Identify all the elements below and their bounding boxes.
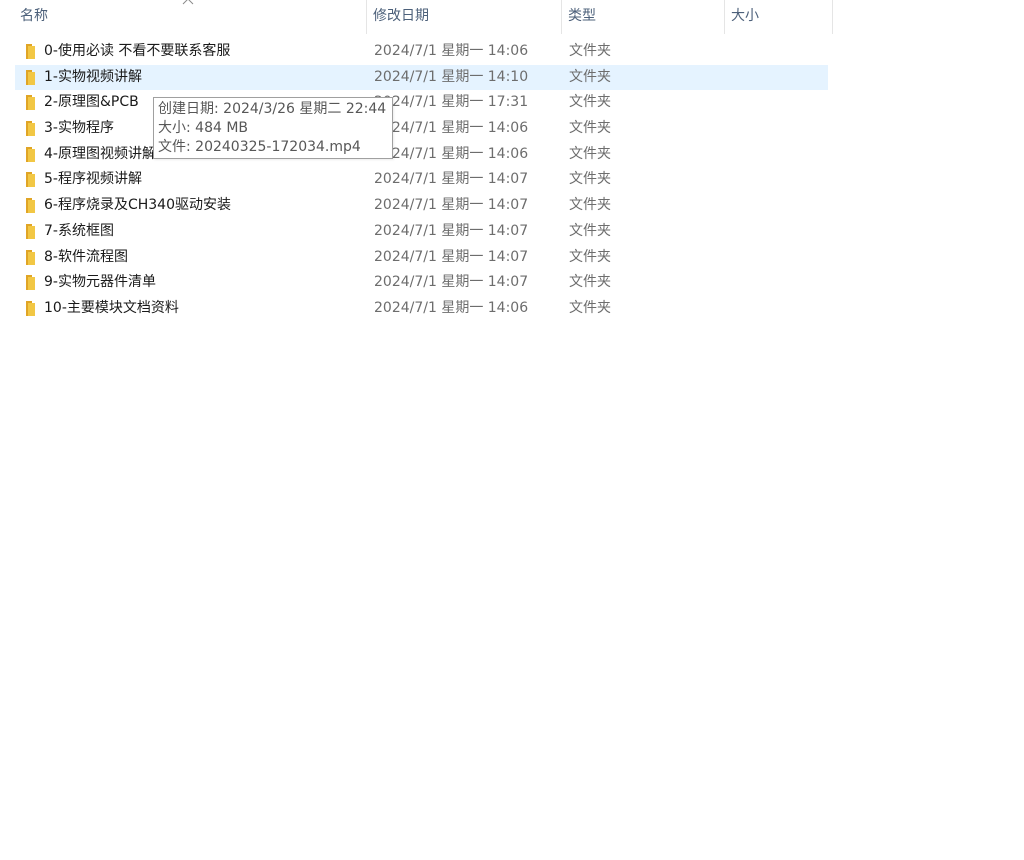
file-name: 1-实物视频讲解 — [44, 68, 142, 85]
file-size — [732, 245, 828, 271]
modified-date: 2024/7/1 星期一 14:07 — [374, 274, 529, 291]
file-name: 5-程序视频讲解 — [44, 171, 142, 188]
folder-icon — [26, 249, 35, 265]
list-item[interactable]: 2-原理图&PCB 2024/7/1 星期一 17:31 文件夹 — [15, 90, 828, 116]
list-item[interactable]: 10-主要模块文档资料 2024/7/1 星期一 14:06 文件夹 — [15, 296, 828, 322]
tooltip-files: 文件: 20240325-172034.mp4 — [158, 139, 361, 155]
modified-date: 2024/7/1 星期一 14:10 — [374, 68, 529, 85]
folder-icon — [26, 275, 35, 291]
file-type: 文件夹 — [569, 299, 611, 316]
list-item[interactable]: 0-使用必读 不看不要联系客服 2024/7/1 星期一 14:06 文件夹 — [15, 39, 828, 65]
file-type: 文件夹 — [569, 197, 611, 214]
file-size — [732, 219, 828, 245]
file-size — [732, 116, 828, 142]
file-name: 0-使用必读 不看不要联系客服 — [44, 43, 231, 59]
file-list: 0-使用必读 不看不要联系客服 2024/7/1 星期一 14:06 文件夹 1-实物… — [15, 39, 828, 322]
file-type: 文件夹 — [569, 171, 611, 188]
modified-date: 2024/7/1 星期一 17:31 — [374, 94, 529, 111]
list-item[interactable]: 8-软件流程图 2024/7/1 星期一 14:07 文件夹 — [15, 245, 828, 271]
file-size — [732, 65, 828, 91]
list-item[interactable]: 7-系统框图 2024/7/1 星期一 14:07 文件夹 — [15, 219, 828, 245]
file-size — [732, 167, 828, 193]
file-type: 文件夹 — [569, 68, 611, 85]
file-tooltip: 创建日期: 2024/3/26 星期二 22:44 大小: 484 MB 文件:… — [153, 97, 393, 159]
file-size — [732, 39, 828, 65]
file-type: 文件夹 — [569, 222, 611, 239]
tooltip-created: 创建日期: 2024/3/26 星期二 22:44 — [158, 101, 387, 117]
file-size — [732, 193, 828, 219]
file-type: 文件夹 — [569, 248, 611, 265]
file-name: 9-实物元器件清单 — [44, 274, 156, 291]
file-name: 6-程序烧录及CH340驱动安装 — [44, 197, 231, 214]
column-header-type[interactable]: 类型 — [562, 0, 725, 34]
file-type: 文件夹 — [569, 43, 611, 59]
column-header-date[interactable]: 修改日期 — [367, 0, 562, 34]
modified-date: 2024/7/1 星期一 14:06 — [374, 120, 529, 137]
list-item[interactable]: 6-程序烧录及CH340驱动安装 2024/7/1 星期一 14:07 文件夹 — [15, 193, 828, 219]
file-type: 文件夹 — [569, 145, 611, 162]
folder-icon — [26, 44, 35, 59]
list-item[interactable]: 9-实物元器件清单 2024/7/1 星期一 14:07 文件夹 — [15, 270, 828, 296]
modified-date: 2024/7/1 星期一 14:07 — [374, 171, 529, 188]
modified-date: 2024/7/1 星期一 14:06 — [374, 145, 529, 162]
modified-date: 2024/7/1 星期一 14:06 — [374, 299, 529, 316]
file-name: 10-主要模块文档资料 — [44, 299, 179, 316]
list-item[interactable]: 4-原理图视频讲解 2024/7/1 星期一 14:06 文件夹 — [15, 142, 828, 168]
modified-date: 2024/7/1 星期一 14:07 — [374, 248, 529, 265]
folder-icon — [26, 95, 35, 111]
folder-icon — [26, 223, 35, 239]
file-size — [732, 270, 828, 296]
folder-icon — [26, 146, 35, 162]
file-size — [732, 296, 828, 322]
file-type: 文件夹 — [569, 120, 611, 137]
folder-icon — [26, 69, 35, 85]
file-type: 文件夹 — [569, 274, 611, 291]
file-name: 8-软件流程图 — [44, 248, 128, 265]
folder-icon — [26, 121, 35, 137]
list-item[interactable]: 3-实物程序 2024/7/1 星期一 14:06 文件夹 — [15, 116, 828, 142]
file-explorer: 名称 修改日期 类型 大小 0-使用必读 不看不要联系客服 2024/7/1 星期… — [0, 0, 1024, 860]
file-name: 7-系统框图 — [44, 222, 114, 239]
file-size — [732, 90, 828, 116]
column-header-bar: 名称 修改日期 类型 大小 — [0, 0, 833, 34]
folder-icon — [26, 198, 35, 214]
modified-date: 2024/7/1 星期一 14:06 — [374, 43, 529, 59]
modified-date: 2024/7/1 星期一 14:07 — [374, 222, 529, 239]
column-header-name[interactable]: 名称 — [14, 0, 367, 34]
modified-date: 2024/7/1 星期一 14:07 — [374, 197, 529, 214]
folder-icon — [26, 172, 35, 188]
list-item[interactable]: 5-程序视频讲解 2024/7/1 星期一 14:07 文件夹 — [15, 167, 828, 193]
file-type: 文件夹 — [569, 94, 611, 111]
column-header-size[interactable]: 大小 — [725, 0, 833, 34]
folder-icon — [26, 300, 35, 316]
file-size — [732, 142, 828, 168]
tooltip-size: 大小: 484 MB — [158, 120, 249, 136]
list-item[interactable]: 1-实物视频讲解 2024/7/1 星期一 14:10 文件夹 — [15, 64, 828, 91]
